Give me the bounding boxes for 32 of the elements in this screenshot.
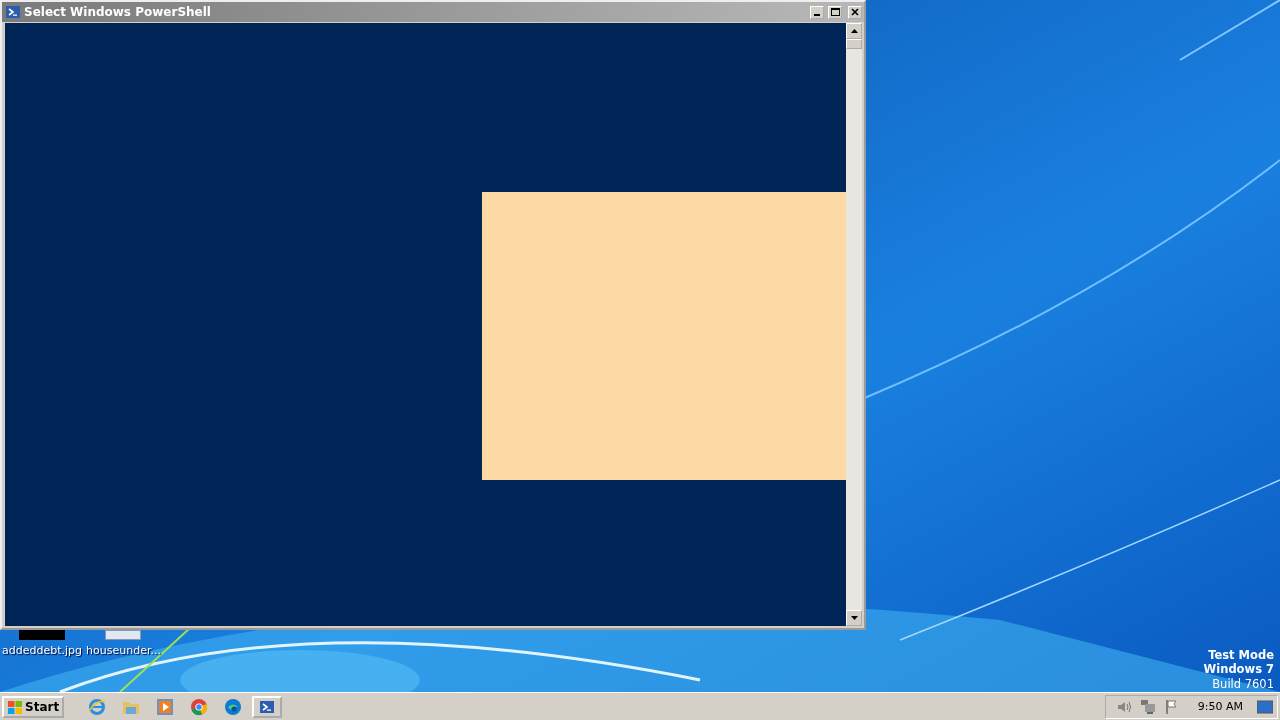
file-thumbnail[interactable] <box>105 630 142 640</box>
taskbar-button[interactable] <box>252 695 283 718</box>
scroll-thumb[interactable] <box>846 39 862 49</box>
system-notice-text: Build 7601 <box>1212 676 1274 691</box>
close-button[interactable] <box>848 5 862 19</box>
scrollbar[interactable] <box>846 23 862 626</box>
desktop-icon-label[interactable]: addeddebt.jpg <box>2 644 83 657</box>
start-button[interactable]: Start <box>2 695 65 718</box>
maximize-button[interactable] <box>828 5 842 19</box>
clock[interactable]: 9:50 AM <box>1197 700 1243 713</box>
chrome-icon[interactable] <box>190 697 209 716</box>
window-title: Select Windows PowerShell <box>24 5 212 19</box>
network-icon[interactable] <box>1139 698 1156 715</box>
down-arrow-icon <box>850 616 858 620</box>
powershell-icon <box>6 5 20 19</box>
show-desktop-icon[interactable] <box>1257 699 1273 714</box>
system-notice-text: Windows 7 <box>1203 662 1274 677</box>
maximize-icon <box>830 8 840 16</box>
windows-flag-icon <box>7 698 23 715</box>
play-icon[interactable] <box>156 697 175 716</box>
scroll-down-button[interactable] <box>846 610 862 626</box>
up-arrow-icon <box>850 29 858 33</box>
system-notice-text: Test Mode <box>1208 647 1274 662</box>
browser-e-icon[interactable] <box>88 697 107 716</box>
scroll-up-button[interactable] <box>846 23 862 39</box>
minimize-button[interactable] <box>810 5 824 19</box>
close-icon <box>851 8 859 16</box>
desktop-icon-label[interactable]: houseunder... <box>86 644 161 657</box>
flag-icon[interactable] <box>1163 698 1180 715</box>
file-thumbnail[interactable] <box>19 630 65 640</box>
powershell-icon <box>260 699 275 714</box>
edge-icon[interactable] <box>224 697 243 716</box>
